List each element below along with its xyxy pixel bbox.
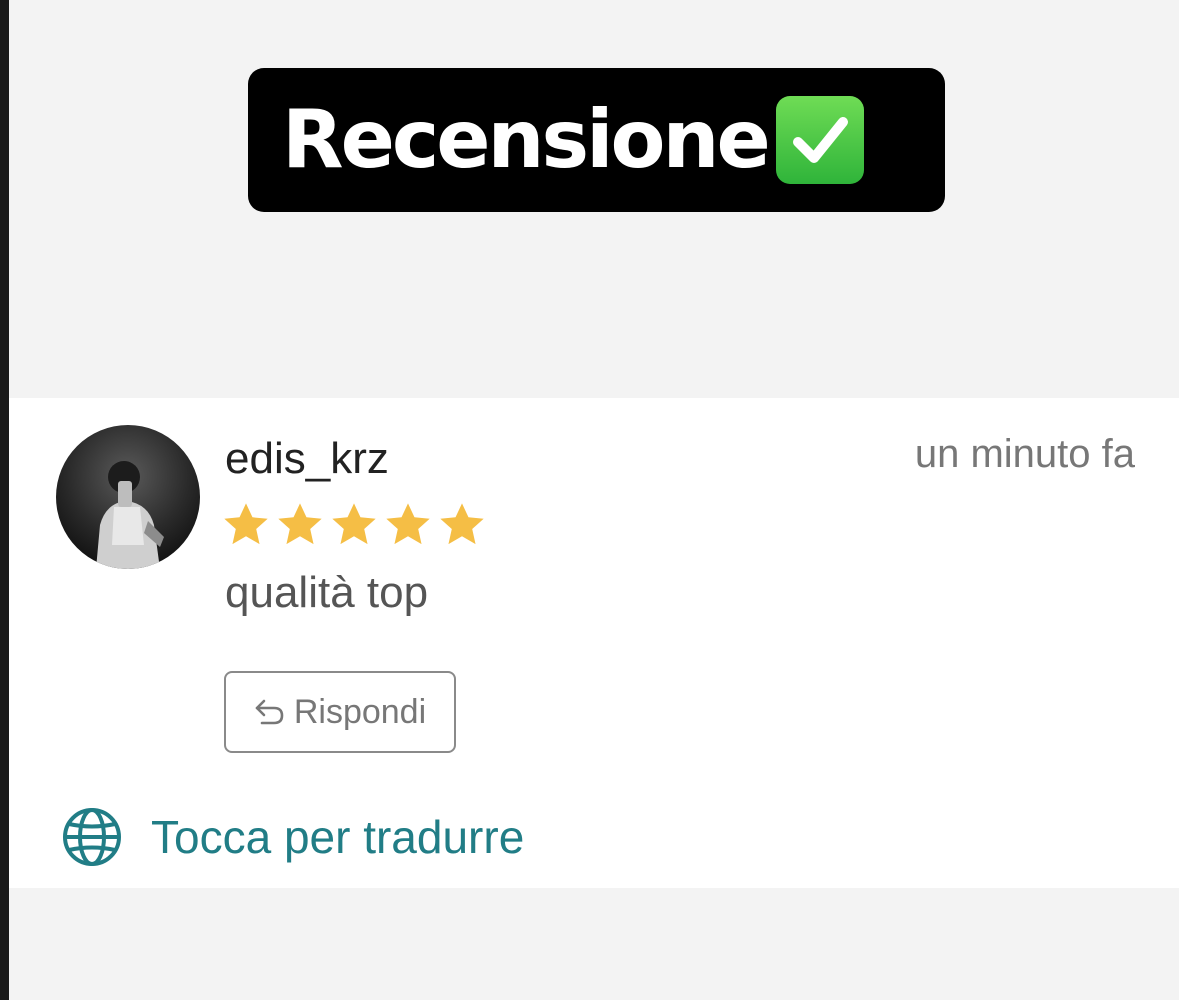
reply-arrow-icon bbox=[255, 699, 284, 725]
star-icon bbox=[386, 503, 430, 545]
star-icon bbox=[224, 503, 268, 545]
timestamp: un minuto fa bbox=[914, 432, 1135, 476]
star-rating bbox=[221, 500, 487, 550]
reply-button[interactable]: Rispondi bbox=[224, 671, 456, 753]
star-icon bbox=[332, 503, 376, 545]
review-card: edis_krz un minuto fa qualità top Rispon… bbox=[9, 398, 1179, 888]
left-edge-bar bbox=[0, 0, 9, 1000]
review-text: qualità top bbox=[225, 568, 429, 617]
translate-label: Tocca per tradurre bbox=[151, 811, 525, 863]
star-icon bbox=[440, 503, 484, 545]
title-banner: Recensione bbox=[248, 68, 945, 212]
translate-link[interactable]: Tocca per tradurre bbox=[61, 806, 524, 868]
username[interactable]: edis_krz bbox=[225, 434, 389, 485]
globe-icon bbox=[63, 808, 121, 866]
banner-title: Recensione bbox=[282, 93, 771, 186]
star-icon bbox=[278, 503, 322, 545]
avatar[interactable] bbox=[56, 425, 200, 569]
check-mark-button-icon bbox=[775, 96, 864, 184]
reply-button-label: Rispondi bbox=[293, 692, 427, 731]
